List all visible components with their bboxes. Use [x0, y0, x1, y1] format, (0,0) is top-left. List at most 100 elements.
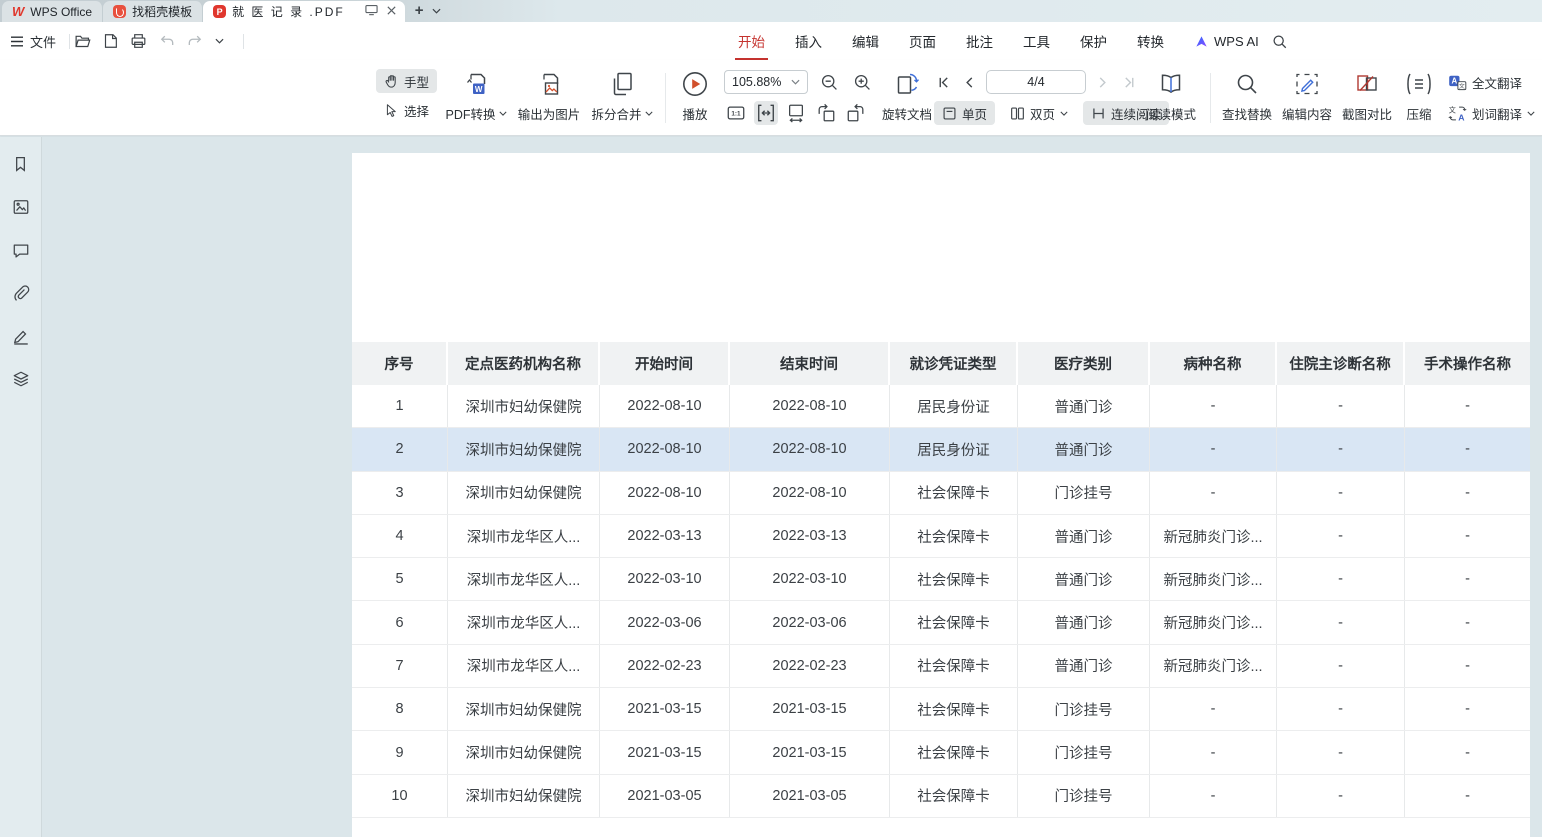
menu-item-convert[interactable]: 转换	[1137, 31, 1164, 51]
zoom-out-button[interactable]	[817, 70, 841, 94]
tab-label: 就 医 记 录 .PDF	[232, 3, 345, 20]
menu-item-tools[interactable]: 工具	[1023, 31, 1050, 51]
prev-page-button[interactable]	[960, 70, 978, 94]
table-cell: 2022-08-10	[600, 472, 730, 514]
play-button[interactable]: 播放	[672, 69, 718, 123]
table-cell: 新冠肺炎门诊...	[1150, 515, 1277, 557]
table-cell: 深圳市妇幼保健院	[448, 428, 600, 470]
left-panel-rail	[0, 137, 42, 837]
table-cell: 门诊挂号	[1018, 731, 1150, 773]
zoom-in-button[interactable]	[850, 70, 874, 94]
file-menu-label: 文件	[30, 32, 56, 51]
fit-page-button[interactable]	[784, 101, 808, 125]
table-header-cell: 结束时间	[730, 342, 890, 385]
attachment-icon[interactable]	[10, 282, 32, 304]
redo-icon[interactable]	[187, 34, 203, 48]
rotate-left-icon	[816, 103, 836, 123]
quick-access-chevron-icon[interactable]	[215, 38, 224, 44]
find-replace-label: 查找替换	[1222, 104, 1272, 123]
rotate-left-button[interactable]	[814, 101, 838, 125]
file-menu-button[interactable]: 文件	[10, 22, 77, 60]
menu-item-page[interactable]: 页面	[909, 31, 936, 51]
zoom-out-icon	[820, 73, 839, 92]
table-cell: 2022-08-10	[730, 428, 890, 470]
signature-pen-icon[interactable]	[10, 325, 32, 347]
rotate-document-button[interactable]: 旋转文档	[878, 69, 936, 123]
full-translate-button[interactable]: A文 全文翻译	[1446, 70, 1537, 94]
table-cell: 居民身份证	[890, 428, 1018, 470]
table-cell: 2021-03-15	[730, 731, 890, 773]
play-icon	[681, 69, 709, 99]
edit-content-icon	[1294, 69, 1320, 99]
table-cell: 普通门诊	[1018, 515, 1150, 557]
menu-item-edit[interactable]: 编辑	[852, 31, 879, 51]
table-cell: -	[1277, 645, 1405, 687]
tab-docer-templates[interactable]: 找稻壳模板	[103, 1, 203, 22]
edit-content-button[interactable]: 编辑内容	[1278, 69, 1336, 123]
svg-text:文: 文	[1449, 105, 1456, 114]
read-mode-icon	[1158, 69, 1184, 99]
tab-list-chevron-icon[interactable]	[432, 1, 441, 19]
thumbnail-icon[interactable]	[10, 196, 32, 218]
double-page-button[interactable]: 双页	[1002, 101, 1076, 125]
bookmark-icon[interactable]	[10, 153, 32, 175]
select-tool-button[interactable]: 选择	[376, 98, 437, 122]
hand-tool-button[interactable]: 手型	[376, 69, 437, 93]
rotate-document-label: 旋转文档	[882, 104, 932, 123]
fit-width-button[interactable]	[754, 101, 778, 125]
close-tab-icon[interactable]	[386, 5, 397, 19]
read-mode-button[interactable]: 阅读模式	[1142, 69, 1200, 123]
rotate-right-button[interactable]	[844, 101, 868, 125]
menu-item-home[interactable]: 开始	[738, 31, 765, 51]
table-cell: 深圳市龙华区人...	[448, 558, 600, 600]
table-cell: 新冠肺炎门诊...	[1150, 645, 1277, 687]
pdf-convert-button[interactable]: W PDF转换	[442, 69, 510, 123]
window-tab-bar: W WPS Office 找稻壳模板 P 就 医 记 录 .PDF +	[0, 0, 1542, 22]
play-label: 播放	[682, 104, 707, 123]
split-merge-button[interactable]: 拆分合并	[588, 69, 656, 123]
new-tab-button[interactable]: +	[415, 3, 424, 18]
tab-document-pdf[interactable]: P 就 医 记 录 .PDF	[203, 1, 405, 22]
fit-width-icon	[756, 103, 776, 123]
layers-icon[interactable]	[10, 368, 32, 390]
next-page-button[interactable]	[1094, 70, 1112, 94]
present-on-screen-icon[interactable]	[365, 4, 378, 19]
screenshot-compare-button[interactable]: 截图对比	[1338, 69, 1396, 123]
tab-wps-office[interactable]: W WPS Office	[2, 1, 103, 22]
actual-size-button[interactable]: 1:1	[724, 101, 748, 125]
page-number-input[interactable]: 4/4	[986, 70, 1086, 94]
save-icon[interactable]	[103, 33, 118, 49]
single-page-button[interactable]: 单页	[934, 101, 995, 125]
table-cell: 2022-03-13	[730, 515, 890, 557]
compress-button[interactable]: 压缩	[1398, 69, 1440, 123]
wps-pdf-logo-icon: P	[213, 5, 226, 18]
export-image-button[interactable]: 输出为图片	[514, 69, 584, 123]
table-cell: 2022-08-10	[730, 385, 890, 427]
table-cell: 10	[352, 775, 448, 817]
open-file-icon[interactable]	[74, 33, 91, 49]
tab-label: 找稻壳模板	[132, 3, 192, 20]
first-page-button[interactable]	[934, 70, 952, 94]
wps-logo-icon: W	[12, 4, 24, 19]
menu-item-protect[interactable]: 保护	[1080, 31, 1107, 51]
undo-icon[interactable]	[159, 34, 175, 48]
table-cell: 2022-03-06	[730, 601, 890, 643]
divider	[243, 34, 244, 49]
table-cell: -	[1277, 601, 1405, 643]
menu-search-button[interactable]	[1272, 22, 1287, 60]
last-page-button[interactable]	[1120, 70, 1138, 94]
word-translate-button[interactable]: 文A 划词翻译	[1446, 101, 1537, 125]
table-cell: -	[1277, 775, 1405, 817]
zoom-level-select[interactable]: 105.88%	[724, 70, 808, 94]
table-header-cell: 开始时间	[600, 342, 730, 385]
print-icon[interactable]	[130, 33, 147, 49]
comment-icon[interactable]	[10, 239, 32, 261]
menu-item-insert[interactable]: 插入	[795, 31, 822, 51]
menu-item-comment[interactable]: 批注	[966, 31, 993, 51]
split-merge-label: 拆分合并	[591, 104, 641, 123]
wps-ai-button[interactable]: WPS AI	[1194, 22, 1259, 60]
find-replace-button[interactable]: 查找替换	[1218, 69, 1276, 123]
table-row: 8深圳市妇幼保健院2021-03-152021-03-15社会保障卡门诊挂号--…	[352, 688, 1530, 731]
menu-bar: 文件 开始 插入 编辑 页面 批注 工具 保护 转换	[0, 22, 1542, 60]
svg-text:W: W	[475, 85, 483, 94]
